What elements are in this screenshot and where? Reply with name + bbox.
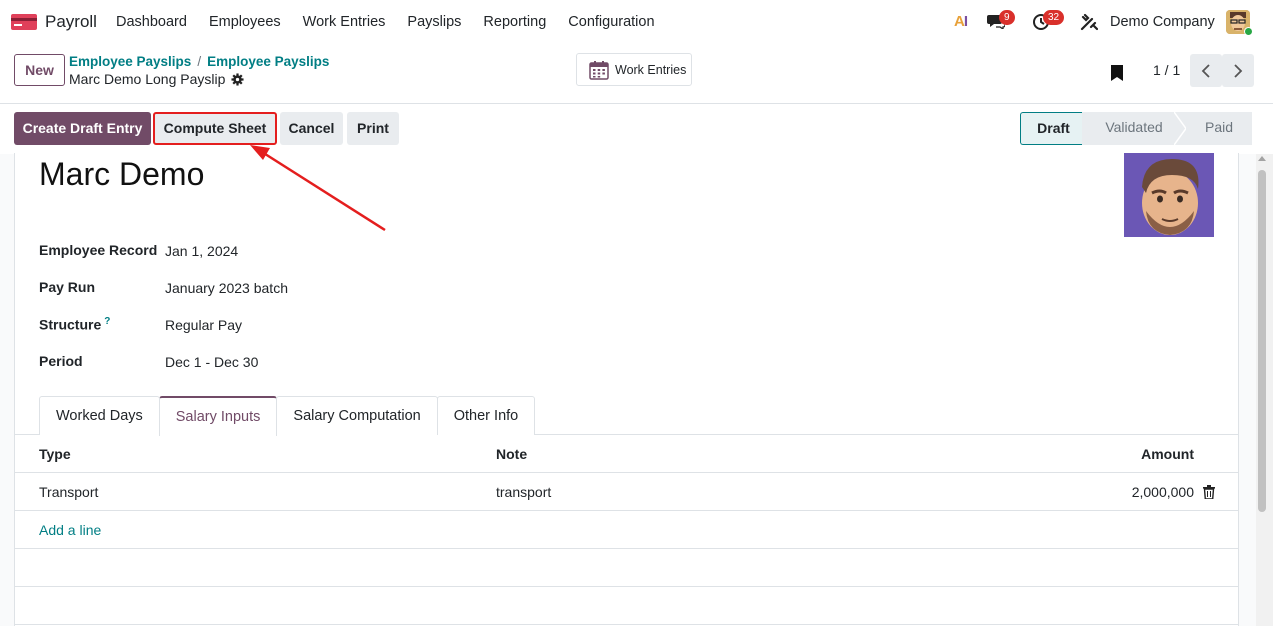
field-label-pay-run: Pay Run	[39, 279, 96, 295]
record-title-row: Marc Demo Long Payslip	[69, 71, 244, 87]
online-status-dot	[1244, 27, 1253, 36]
status-validated[interactable]: Validated	[1082, 112, 1174, 145]
column-header-type[interactable]: Type	[39, 446, 71, 462]
employee-name: Marc Demo	[39, 156, 205, 192]
work-entries-label: Work Entries	[615, 62, 687, 77]
menu-employees[interactable]: Employees	[209, 14, 281, 30]
table-row[interactable]: Transport transport 2,000,000	[14, 473, 1239, 511]
column-header-note[interactable]: Note	[496, 446, 527, 462]
add-line-link[interactable]: Add a line	[39, 522, 101, 538]
breadcrumb: Employee Payslips / Employee Payslips	[69, 54, 329, 69]
employee-photo[interactable]	[1124, 153, 1214, 237]
breadcrumb-employee-payslips-2[interactable]: Employee Payslips	[207, 54, 329, 69]
cancel-button[interactable]: Cancel	[280, 112, 343, 145]
breadcrumb-separator: /	[197, 54, 202, 69]
status-bar: Draft Validated Paid	[1020, 112, 1252, 145]
field-label-structure: Structure	[39, 316, 102, 333]
tab-worked-days[interactable]: Worked Days	[39, 396, 160, 435]
menu-dashboard[interactable]: Dashboard	[116, 14, 187, 30]
help-tooltip-icon[interactable]: ?	[104, 316, 110, 327]
menu-configuration[interactable]: Configuration	[568, 14, 654, 30]
status-chevron	[1174, 112, 1186, 145]
notebook-tabs: Worked Days Salary Inputs Salary Computa…	[39, 396, 536, 436]
field-value-pay-run[interactable]: January 2023 batch	[165, 280, 288, 296]
tools-icon[interactable]	[1080, 13, 1098, 31]
table-header: Type Note Amount	[14, 435, 1239, 473]
empty-row	[14, 587, 1239, 625]
empty-row	[14, 549, 1239, 587]
record-title: Marc Demo Long Payslip	[69, 71, 226, 87]
action-bar: Create Draft Entry Compute Sheet Cancel …	[0, 104, 1273, 154]
chat-badge: 9	[999, 10, 1015, 25]
cell-note: transport	[496, 484, 552, 500]
main-menu: Dashboard Employees Work Entries Payslip…	[116, 14, 677, 30]
cell-amount: 2,000,000	[1131, 484, 1194, 500]
field-value-employee-record[interactable]: Jan 1, 2024	[165, 243, 238, 259]
field-label-structure-row: Structure?	[39, 316, 110, 333]
field-value-structure[interactable]: Regular Pay	[165, 317, 242, 333]
pager-value: 1 / 1	[1153, 62, 1181, 78]
pager-previous-button[interactable]	[1190, 54, 1222, 87]
payroll-app-icon[interactable]	[11, 12, 37, 32]
scroll-up-arrow[interactable]	[1258, 156, 1266, 161]
cell-type: Transport	[39, 484, 99, 500]
column-header-amount[interactable]: Amount	[1141, 446, 1194, 462]
new-button[interactable]: New	[14, 54, 65, 86]
activity-badge: 32	[1043, 10, 1065, 25]
scrollbar-thumb[interactable]	[1258, 170, 1266, 512]
create-draft-entry-button[interactable]: Create Draft Entry	[14, 112, 151, 145]
field-label-period: Period	[39, 353, 83, 369]
tab-other-info[interactable]: Other Info	[436, 396, 536, 435]
bookmark-icon[interactable]	[1110, 64, 1124, 82]
status-paid[interactable]: Paid	[1186, 112, 1252, 145]
tab-salary-computation[interactable]: Salary Computation	[276, 396, 438, 435]
calendar-icon	[589, 60, 609, 80]
tab-salary-inputs[interactable]: Salary Inputs	[158, 396, 278, 436]
ai-icon[interactable]: AI	[954, 13, 968, 30]
app-name[interactable]: Payroll	[45, 12, 97, 32]
print-button[interactable]: Print	[347, 112, 399, 145]
company-switcher[interactable]: Demo Company	[1110, 14, 1215, 30]
compute-sheet-button[interactable]: Compute Sheet	[153, 112, 277, 145]
chevron-left-icon	[1201, 63, 1210, 78]
field-label-employee-record: Employee Record	[39, 242, 158, 258]
menu-reporting[interactable]: Reporting	[483, 14, 546, 30]
menu-work-entries[interactable]: Work Entries	[303, 14, 386, 30]
status-draft[interactable]: Draft	[1020, 112, 1082, 145]
pager-next-button[interactable]	[1222, 54, 1254, 87]
work-entries-button[interactable]: Work Entries	[576, 53, 692, 86]
menu-payslips[interactable]: Payslips	[407, 14, 461, 30]
breadcrumb-employee-payslips-1[interactable]: Employee Payslips	[69, 54, 191, 69]
gear-icon[interactable]	[231, 72, 244, 86]
add-line-row: Add a line	[14, 511, 1239, 549]
field-value-period[interactable]: Dec 1 - Dec 30	[165, 354, 258, 370]
trash-icon[interactable]	[1203, 485, 1215, 499]
chevron-right-icon	[1234, 63, 1243, 78]
control-panel: New Employee Payslips / Employee Payslips …	[0, 44, 1273, 104]
